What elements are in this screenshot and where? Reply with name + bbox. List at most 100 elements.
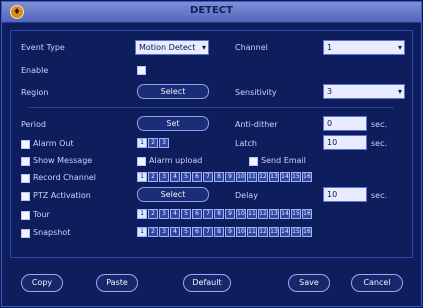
show-message-checkbox[interactable] <box>21 157 30 166</box>
latch-unit: sec. <box>371 139 388 148</box>
snapshot-channel-9[interactable]: 9 <box>225 227 235 237</box>
save-button[interactable]: Save <box>288 274 330 292</box>
settings-panel: Event Type Motion Detect Channel 1 Enabl… <box>10 30 413 258</box>
alarm-upload-checkbox[interactable] <box>137 157 146 166</box>
title-bar: ♦ DETECT <box>2 2 421 23</box>
period-set-button[interactable]: Set <box>137 116 209 131</box>
snapshot-channel-4[interactable]: 4 <box>170 227 180 237</box>
tour-channel-15[interactable]: 15 <box>291 209 301 219</box>
snapshot-channel-16[interactable]: 16 <box>302 227 312 237</box>
alarm-out-2[interactable]: 2 <box>148 138 158 148</box>
snapshot-channel-13[interactable]: 13 <box>269 227 279 237</box>
tour-channel-16[interactable]: 16 <box>302 209 312 219</box>
paste-button[interactable]: Paste <box>96 274 138 292</box>
tour-channel-4[interactable]: 4 <box>170 209 180 219</box>
tour-channel-1[interactable]: 1 <box>137 209 147 219</box>
sensitivity-label: Sensitivity <box>235 88 277 97</box>
snapshot-buttons: 1 2 3 4 5 6 7 8 9 10 11 12 13 14 15 16 <box>137 227 312 237</box>
snapshot-channel-5[interactable]: 5 <box>181 227 191 237</box>
latch-label: Latch <box>235 139 257 148</box>
anti-dither-label: Anti-dither <box>235 120 278 129</box>
show-message-label: Show Message <box>33 156 93 165</box>
period-label: Period <box>21 120 46 129</box>
record-channel-6[interactable]: 6 <box>192 172 202 182</box>
send-email-checkbox[interactable] <box>249 157 258 166</box>
record-channel-buttons: 1 2 3 4 5 6 7 8 9 10 11 12 13 14 15 16 <box>137 172 312 182</box>
tour-channel-7[interactable]: 7 <box>203 209 213 219</box>
region-select-button[interactable]: Select <box>137 84 209 99</box>
snapshot-checkbox[interactable] <box>21 229 30 238</box>
snapshot-channel-7[interactable]: 7 <box>203 227 213 237</box>
copy-button[interactable]: Copy <box>21 274 63 292</box>
alarm-upload-label: Alarm upload <box>149 156 203 165</box>
delay-input[interactable]: 10 <box>323 187 367 202</box>
alarm-out-buttons: 1 2 3 <box>137 138 169 148</box>
sensitivity-select[interactable]: 3 <box>323 84 405 99</box>
snapshot-channel-15[interactable]: 15 <box>291 227 301 237</box>
record-channel-10[interactable]: 10 <box>236 172 246 182</box>
alarm-out-1[interactable]: 1 <box>137 138 147 148</box>
snapshot-channel-2[interactable]: 2 <box>148 227 158 237</box>
alarm-out-label: Alarm Out <box>33 139 74 148</box>
record-channel-9[interactable]: 9 <box>225 172 235 182</box>
record-channel-14[interactable]: 14 <box>280 172 290 182</box>
ptz-activation-label: PTZ Activation <box>33 191 91 200</box>
default-button[interactable]: Default <box>183 274 231 292</box>
alarm-out-3[interactable]: 3 <box>159 138 169 148</box>
record-channel-5[interactable]: 5 <box>181 172 191 182</box>
ptz-activation-checkbox[interactable] <box>21 192 30 201</box>
record-channel-2[interactable]: 2 <box>148 172 158 182</box>
tour-checkbox[interactable] <box>21 211 30 220</box>
enable-checkbox[interactable] <box>137 66 146 75</box>
tour-channel-2[interactable]: 2 <box>148 209 158 219</box>
tour-channel-9[interactable]: 9 <box>225 209 235 219</box>
alarm-out-checkbox[interactable] <box>21 140 30 149</box>
window-title: DETECT <box>190 5 233 16</box>
enable-label: Enable <box>21 66 49 75</box>
channel-label: Channel <box>235 43 268 52</box>
delay-unit: sec. <box>371 191 388 200</box>
tour-buttons: 1 2 3 4 5 6 7 8 9 10 11 12 13 14 15 16 <box>137 209 312 219</box>
send-email-label: Send Email <box>261 156 306 165</box>
record-channel-8[interactable]: 8 <box>214 172 224 182</box>
snapshot-channel-12[interactable]: 12 <box>258 227 268 237</box>
record-channel-11[interactable]: 11 <box>247 172 257 182</box>
snapshot-label: Snapshot <box>33 228 71 237</box>
record-channel-checkbox[interactable] <box>21 174 30 183</box>
tour-channel-5[interactable]: 5 <box>181 209 191 219</box>
tour-channel-11[interactable]: 11 <box>247 209 257 219</box>
snapshot-channel-6[interactable]: 6 <box>192 227 202 237</box>
record-channel-15[interactable]: 15 <box>291 172 301 182</box>
record-channel-7[interactable]: 7 <box>203 172 213 182</box>
anti-dither-input[interactable]: 0 <box>323 116 367 131</box>
delay-label: Delay <box>235 191 258 200</box>
tour-channel-14[interactable]: 14 <box>280 209 290 219</box>
tour-channel-3[interactable]: 3 <box>159 209 169 219</box>
record-channel-4[interactable]: 4 <box>170 172 180 182</box>
latch-input[interactable]: 10 <box>323 135 367 150</box>
snapshot-channel-10[interactable]: 10 <box>236 227 246 237</box>
tour-channel-13[interactable]: 13 <box>269 209 279 219</box>
record-channel-1[interactable]: 1 <box>137 172 147 182</box>
tour-channel-12[interactable]: 12 <box>258 209 268 219</box>
snapshot-channel-8[interactable]: 8 <box>214 227 224 237</box>
record-channel-label: Record Channel <box>33 173 97 182</box>
ptz-select-button[interactable]: Select <box>137 187 209 202</box>
record-channel-3[interactable]: 3 <box>159 172 169 182</box>
record-channel-12[interactable]: 12 <box>258 172 268 182</box>
tour-channel-10[interactable]: 10 <box>236 209 246 219</box>
tour-channel-6[interactable]: 6 <box>192 209 202 219</box>
record-channel-16[interactable]: 16 <box>302 172 312 182</box>
event-type-select[interactable]: Motion Detect <box>135 40 209 55</box>
snapshot-channel-3[interactable]: 3 <box>159 227 169 237</box>
separator <box>29 107 394 108</box>
anti-dither-unit: sec. <box>371 120 388 129</box>
snapshot-channel-1[interactable]: 1 <box>137 227 147 237</box>
record-channel-13[interactable]: 13 <box>269 172 279 182</box>
tour-label: Tour <box>33 210 50 219</box>
snapshot-channel-11[interactable]: 11 <box>247 227 257 237</box>
cancel-button[interactable]: Cancel <box>351 274 403 292</box>
tour-channel-8[interactable]: 8 <box>214 209 224 219</box>
snapshot-channel-14[interactable]: 14 <box>280 227 290 237</box>
channel-select[interactable]: 1 <box>323 40 405 55</box>
